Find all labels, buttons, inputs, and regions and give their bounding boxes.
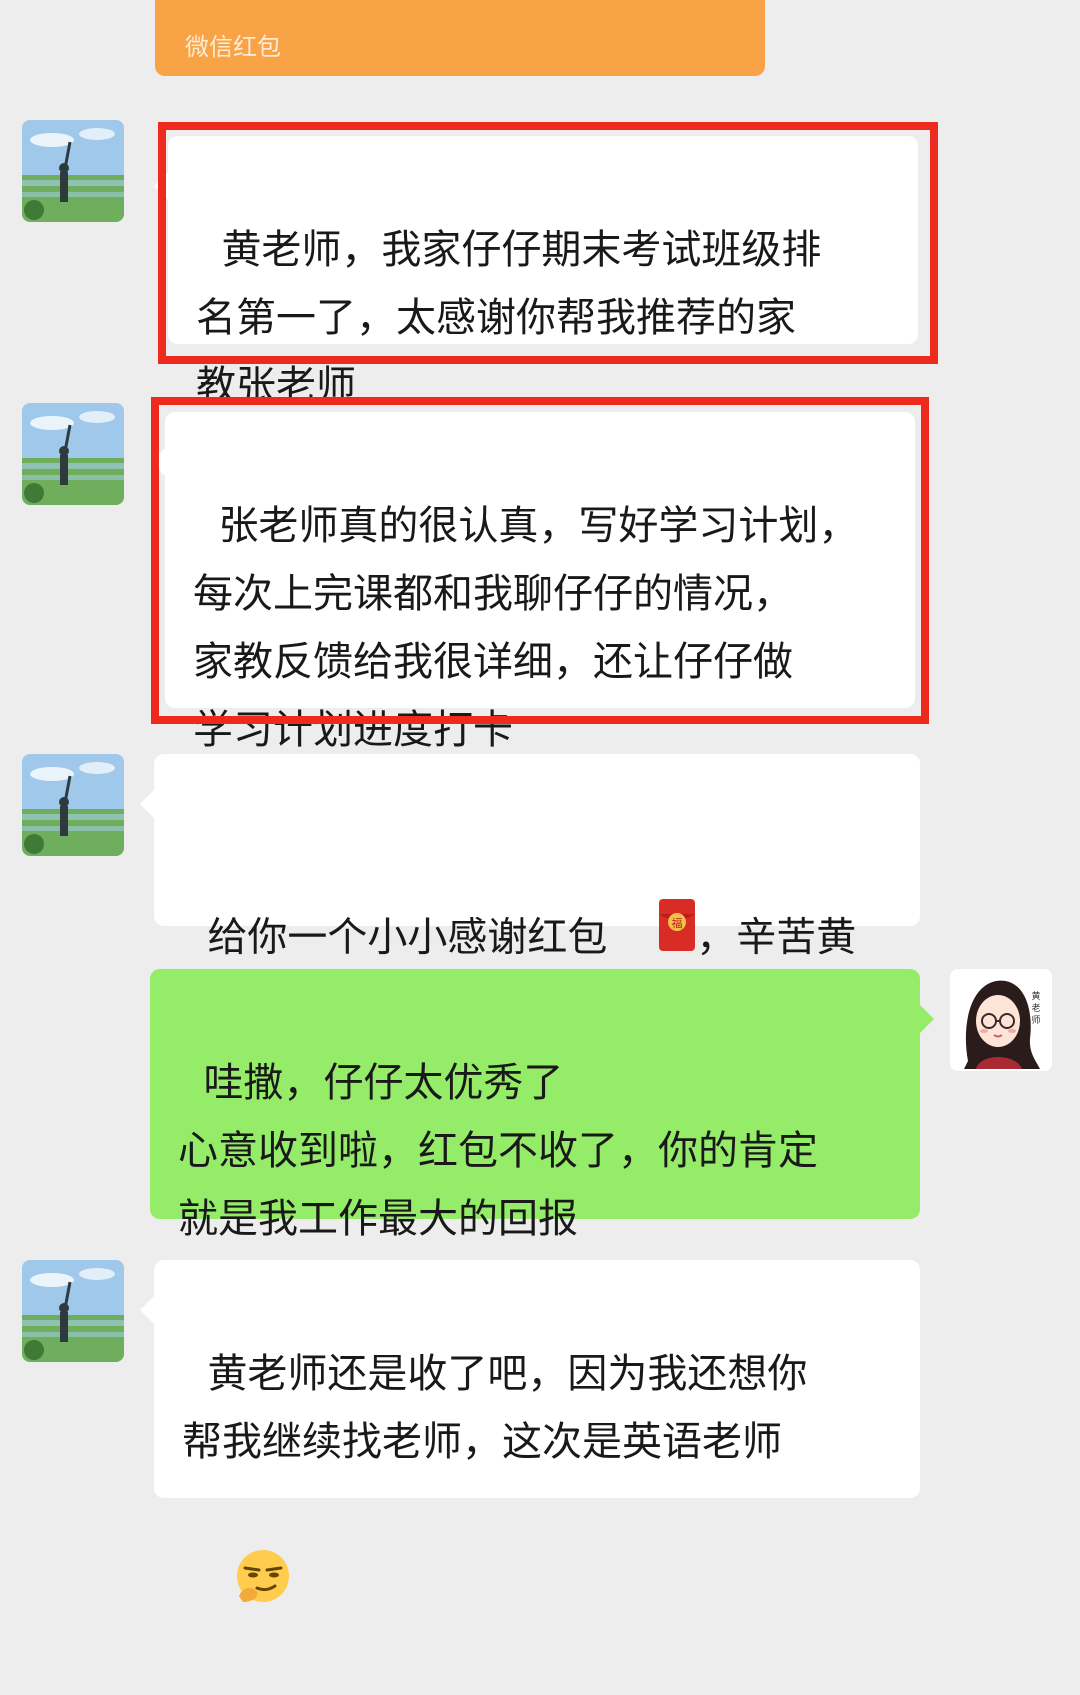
my-message-bubble[interactable]: 哇撒，仔仔太优秀了 心意收到啦，红包不收了，你的肯定 就是我工作最大的回报 <box>150 969 934 1242</box>
message-bubble[interactable]: 张老师真的很认真，写好学习计划， 每次上完课都和我聊仔仔的情况， 家教反馈给我很… <box>151 412 915 753</box>
contact-avatar[interactable] <box>22 403 124 505</box>
contact-avatar-image <box>22 1260 124 1362</box>
contact-avatar-image <box>22 754 124 856</box>
message-text: 张老师真的很认真，写好学习计划， 每次上完课都和我聊仔仔的情况， 家教反馈给我很… <box>193 503 859 753</box>
message-text: 黄老师还是收了吧，因为我还想你 帮我继续找老师，这次是英语老师 <box>182 1351 808 1465</box>
my-avatar-image: 黄 老 师 <box>950 969 1052 1071</box>
contact-avatar[interactable] <box>22 754 124 856</box>
my-avatar[interactable]: 黄 老 师 <box>950 969 1052 1071</box>
message-text: 黄老师，我家仔仔期末考试班级排 名第一了，太感谢你帮我推荐的家 教张老师 <box>196 227 822 409</box>
message-bubble[interactable]: 给你一个小小感谢红包 福 ，辛苦黄 老师了 <box>140 754 920 1171</box>
message-bubble[interactable]: 黄老师还是收了吧，因为我还想你 帮我继续找老师，这次是英语老师 <box>140 1260 920 1602</box>
avatar-caption-2: 老 <box>1031 1002 1040 1014</box>
svg-text:福: 福 <box>672 916 683 930</box>
red-packet-label: 微信红包 <box>185 33 281 61</box>
contact-avatar[interactable] <box>22 1260 124 1362</box>
message-text: 给你一个小小感谢红包 <box>207 914 608 961</box>
avatar-caption-1: 黄 <box>1031 990 1040 1002</box>
contact-avatar[interactable] <box>22 120 124 222</box>
contact-avatar-image <box>22 120 124 222</box>
smirk-face-icon <box>182 1478 293 1695</box>
avatar-caption-3: 师 <box>1031 1014 1040 1026</box>
message-bubble[interactable]: 黄老师，我家仔仔期末考试班级排 名第一了，太感谢你帮我推荐的家 教张老师 <box>154 136 918 409</box>
red-packet-card[interactable]: 微信红包 <box>155 0 765 76</box>
contact-avatar-image <box>22 403 124 505</box>
message-text: 哇撒，仔仔太优秀了 心意收到啦，红包不收了，你的肯定 就是我工作最大的回报 <box>178 1060 818 1242</box>
